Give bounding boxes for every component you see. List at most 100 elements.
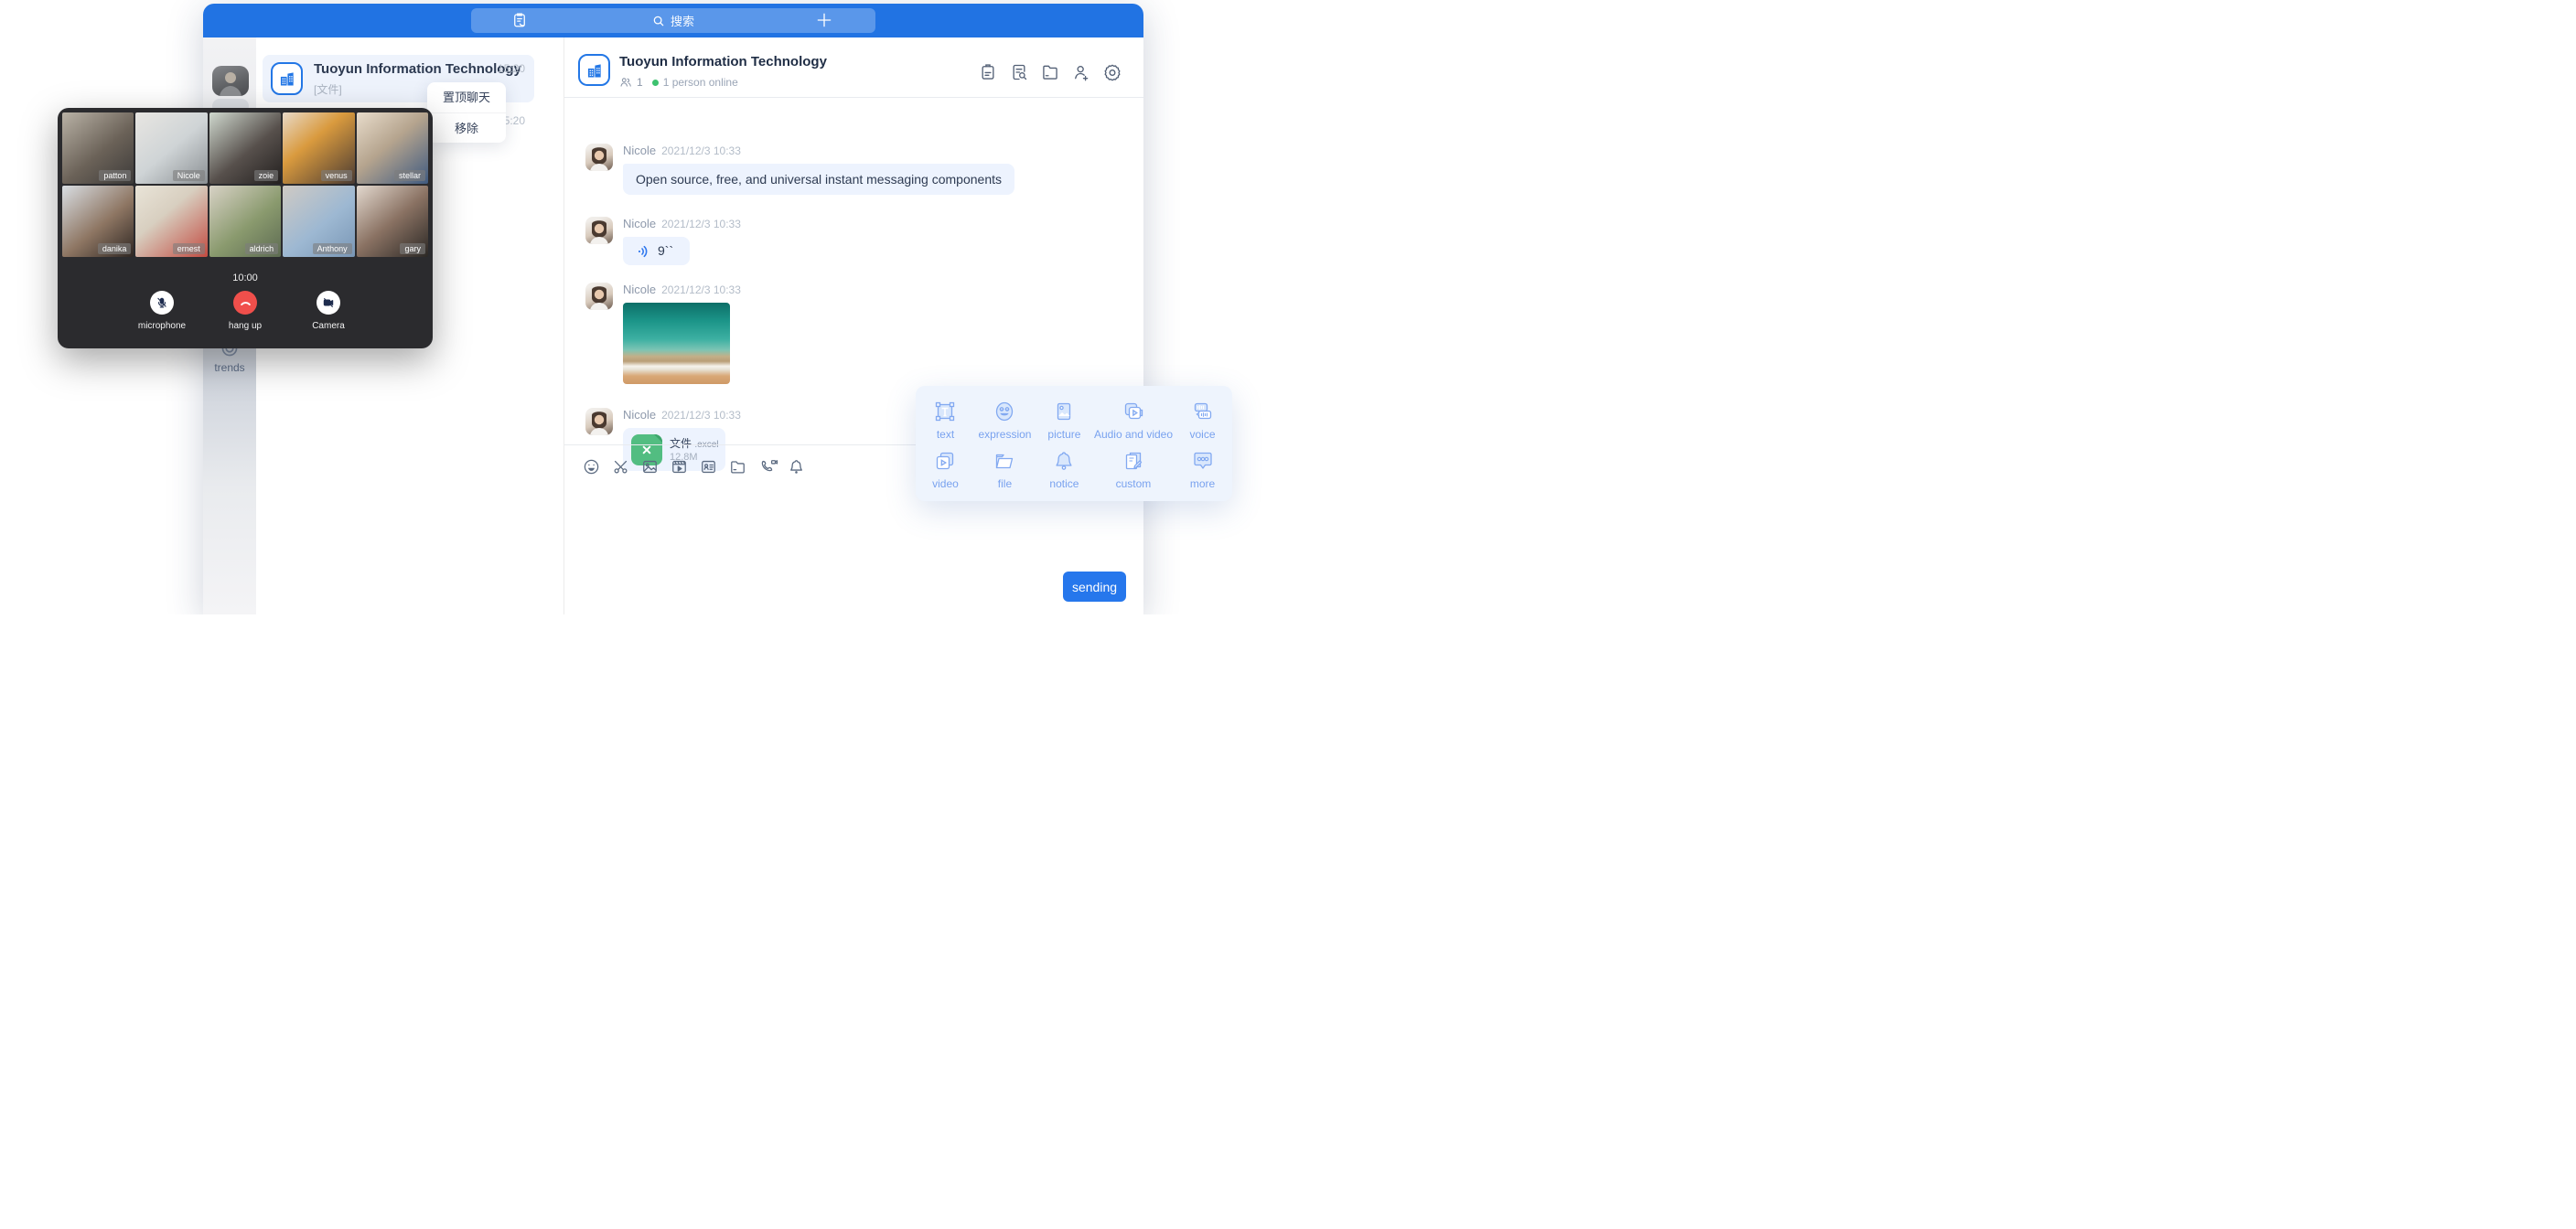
action-more[interactable]: more [1173,444,1232,494]
camera-control[interactable]: Camera [302,291,355,331]
search-field[interactable]: 搜索 [652,12,694,29]
hang-up-icon[interactable] [233,291,257,315]
voice-wave-icon [636,244,650,259]
expression-icon [993,400,1016,423]
notice-icon[interactable] [788,458,805,476]
member-count: 1 [637,76,643,89]
participant-tile[interactable]: danika [62,186,134,257]
plus-icon[interactable] [815,11,833,33]
mic-off-icon[interactable] [150,291,174,315]
voice-bubble[interactable]: 9`` [623,237,690,265]
participant-tile[interactable]: stellar [357,112,428,184]
sender-name: Nicole [623,408,656,422]
message-bubble[interactable]: Open source, free, and universal instant… [623,164,1014,195]
avatar[interactable] [585,144,613,171]
control-label: hang up [229,321,262,331]
participant-grid: patton Nicole zoie venus stellar danika … [62,112,428,257]
microphone-control[interactable]: microphone [135,291,188,331]
chat-main: Tuoyun Information Technology 1 1 person… [564,37,1143,614]
message-time: 2021/12/3 10:33 [661,218,741,230]
conversation-title: Tuoyun Information Technology [314,61,521,77]
screenshot-icon[interactable] [612,458,629,476]
message-time: 2021/12/3 10:33 [661,409,741,422]
action-voice[interactable]: voice [1173,395,1232,444]
participant-tile[interactable]: zoie [209,112,281,184]
call-controls: microphone hang up Camer [58,291,433,331]
participant-tile[interactable]: Nicole [135,112,207,184]
message-action-panel: text expression picture [916,386,1232,501]
action-text[interactable]: text [916,395,975,444]
camera-off-icon[interactable] [317,291,340,315]
action-notice[interactable]: notice [1035,444,1094,494]
avatar[interactable] [585,408,613,435]
audio-video-icon [1122,400,1145,423]
chat-header-actions [979,63,1122,81]
group-avatar [271,62,303,95]
send-button[interactable]: sending [1063,572,1126,602]
hang-up-control[interactable]: hang up [219,291,272,331]
image-attachment[interactable] [623,303,730,384]
contact-card-icon[interactable] [700,458,717,476]
action-audio-video[interactable]: Audio and video [1094,395,1173,444]
action-video[interactable]: video [916,444,975,494]
control-label: Camera [312,321,345,331]
group-avatar [578,54,610,86]
action-custom[interactable]: custom [1094,444,1173,494]
folder-icon[interactable] [729,458,746,476]
participant-tile[interactable]: gary [357,186,428,257]
settings-icon[interactable] [1103,63,1122,81]
message-search-icon[interactable] [1010,63,1028,81]
control-label: microphone [138,321,186,331]
current-user-avatar[interactable] [212,66,249,96]
composer-toolbar [583,458,805,476]
more-icon [1191,449,1215,473]
action-label: expression [978,428,1031,441]
top-bar: 搜索 [203,4,1143,37]
avatar[interactable] [585,283,613,310]
custom-icon [1122,449,1145,473]
action-label: more [1190,477,1215,490]
video-call-panel: patton Nicole zoie venus stellar danika … [58,108,433,348]
message-time: 2021/12/3 10:33 [661,283,741,296]
action-label: voice [1190,428,1216,441]
context-menu-item-pin[interactable]: 置顶聊天 [427,82,506,112]
action-label: custom [1116,477,1152,490]
video-icon[interactable] [671,458,688,476]
file-name: 文件 [670,437,692,450]
participant-tile[interactable]: ernest [135,186,207,257]
participant-name: danika [98,243,132,254]
video-msg-icon [933,449,957,473]
voice-duration: 9`` [658,237,673,265]
picture-icon[interactable] [641,458,659,476]
action-expression[interactable]: expression [975,395,1035,444]
context-menu: 置顶聊天 移除 [427,82,506,143]
avatar[interactable] [585,217,613,244]
search-placeholder: 搜索 [671,12,694,29]
emoji-icon[interactable] [583,458,600,476]
call-record-icon[interactable] [511,12,528,33]
context-menu-item-remove[interactable]: 移除 [427,112,506,143]
participant-tile[interactable]: venus [283,112,354,184]
add-member-icon[interactable] [1072,63,1090,81]
building-icon [278,69,296,88]
participant-tile[interactable]: Anthony [283,186,354,257]
picture-icon [1052,400,1076,423]
action-label: Audio and video [1094,428,1173,441]
action-label: file [998,477,1012,490]
notice-bell-icon [1052,449,1076,473]
message-time: 2021/12/3 10:33 [661,144,741,157]
conversation-last-message: [文件] [314,81,342,97]
chat-meta: 1 1 person online [619,76,738,89]
building-icon [585,61,604,80]
notice-board-icon[interactable] [979,63,997,81]
action-file[interactable]: file [975,444,1035,494]
search-icon [652,15,665,27]
members-icon [619,76,632,89]
search-bar[interactable]: 搜索 [471,8,875,33]
online-status: 1 person online [663,76,738,89]
call-icon[interactable] [758,458,776,476]
participant-tile[interactable]: patton [62,112,134,184]
participant-tile[interactable]: aldrich [209,186,281,257]
action-picture[interactable]: picture [1035,395,1094,444]
file-manage-icon[interactable] [1041,63,1059,81]
